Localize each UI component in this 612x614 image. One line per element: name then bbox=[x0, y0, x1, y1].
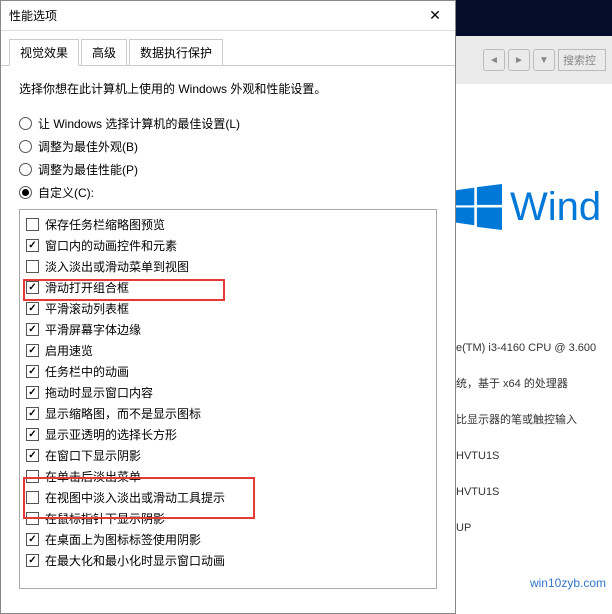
checkbox-label: 在视图中淡入淡出或滑动工具提示 bbox=[45, 489, 225, 506]
tab-0[interactable]: 视觉效果 bbox=[9, 39, 79, 66]
check-option-11[interactable]: 在窗口下显示阴影 bbox=[26, 445, 430, 466]
checkbox-icon bbox=[26, 218, 39, 231]
radio-label: 自定义(C): bbox=[38, 184, 94, 201]
radio-option-2[interactable]: 调整为最佳性能(P) bbox=[19, 161, 437, 178]
nav-back-icon[interactable]: ◄ bbox=[483, 49, 505, 71]
checkbox-icon bbox=[26, 260, 39, 273]
check-option-13[interactable]: 在视图中淡入淡出或滑动工具提示 bbox=[26, 487, 430, 508]
checkbox-icon bbox=[26, 323, 39, 336]
check-option-9[interactable]: 显示缩略图，而不是显示图标 bbox=[26, 403, 430, 424]
tab-2[interactable]: 数据执行保护 bbox=[129, 39, 223, 65]
checkbox-icon bbox=[26, 491, 39, 504]
radio-label: 让 Windows 选择计算机的最佳设置(L) bbox=[38, 115, 240, 132]
checkbox-label: 平滑屏幕字体边缘 bbox=[45, 321, 141, 338]
checkbox-icon bbox=[26, 470, 39, 483]
windows-logo-icon bbox=[456, 184, 502, 230]
checkbox-icon bbox=[26, 386, 39, 399]
checkbox-label: 在鼠标指针下显示阴影 bbox=[45, 510, 165, 527]
checkbox-icon bbox=[26, 365, 39, 378]
tab-1[interactable]: 高级 bbox=[81, 39, 127, 65]
nav-fwd-icon[interactable]: ► bbox=[508, 49, 530, 71]
visual-effects-list[interactable]: 保存任务栏缩略图预览窗口内的动画控件和元素淡入淡出或滑动菜单到视图滑动打开组合框… bbox=[19, 209, 437, 589]
check-option-8[interactable]: 拖动时显示窗口内容 bbox=[26, 382, 430, 403]
check-option-16[interactable]: 在最大化和最小化时显示窗口动画 bbox=[26, 550, 430, 571]
radio-group: 让 Windows 选择计算机的最佳设置(L) 调整为最佳外观(B) 调整为最佳性能… bbox=[19, 115, 437, 201]
check-option-12[interactable]: 在单击后淡出菜单 bbox=[26, 466, 430, 487]
checkbox-label: 在桌面上为图标标签使用阴影 bbox=[45, 531, 201, 548]
radio-option-0[interactable]: 让 Windows 选择计算机的最佳设置(L) bbox=[19, 115, 437, 132]
close-icon[interactable]: ✕ bbox=[415, 1, 455, 31]
check-option-10[interactable]: 显示亚透明的选择长方形 bbox=[26, 424, 430, 445]
radio-icon bbox=[19, 163, 32, 176]
tab-bar: 视觉效果高级数据执行保护 bbox=[1, 31, 455, 66]
check-option-15[interactable]: 在桌面上为图标标签使用阴影 bbox=[26, 529, 430, 550]
check-option-6[interactable]: 启用速览 bbox=[26, 340, 430, 361]
checkbox-icon bbox=[26, 281, 39, 294]
site-link[interactable]: win10zyb.com bbox=[456, 576, 612, 590]
performance-options-window: 性能选项 ✕ 视觉效果高级数据执行保护 选择你想在此计算机上使用的 Window… bbox=[0, 0, 456, 614]
check-option-4[interactable]: 平滑滚动列表框 bbox=[26, 298, 430, 319]
radio-label: 调整为最佳外观(B) bbox=[38, 138, 138, 155]
checkbox-label: 拖动时显示窗口内容 bbox=[45, 384, 153, 401]
checkbox-label: 显示缩略图，而不是显示图标 bbox=[45, 405, 201, 422]
checkbox-icon bbox=[26, 302, 39, 315]
checkbox-icon bbox=[26, 428, 39, 441]
check-option-1[interactable]: 窗口内的动画控件和元素 bbox=[26, 235, 430, 256]
check-option-3[interactable]: 滑动打开组合框 bbox=[26, 277, 430, 298]
check-option-7[interactable]: 任务栏中的动画 bbox=[26, 361, 430, 382]
checkbox-label: 在单击后淡出菜单 bbox=[45, 468, 141, 485]
radio-label: 调整为最佳性能(P) bbox=[38, 161, 138, 178]
nav-down-icon[interactable]: ▼ bbox=[533, 49, 555, 71]
checkbox-icon bbox=[26, 554, 39, 567]
check-option-0[interactable]: 保存任务栏缩略图预览 bbox=[26, 214, 430, 235]
checkbox-icon bbox=[26, 512, 39, 525]
check-option-14[interactable]: 在鼠标指针下显示阴影 bbox=[26, 508, 430, 529]
checkbox-icon bbox=[26, 449, 39, 462]
checkbox-label: 在窗口下显示阴影 bbox=[45, 447, 141, 464]
checkbox-label: 淡入淡出或滑动菜单到视图 bbox=[45, 258, 189, 275]
radio-icon bbox=[19, 117, 32, 130]
radio-icon bbox=[19, 186, 32, 199]
checkbox-label: 滑动打开组合框 bbox=[45, 279, 129, 296]
checkbox-label: 显示亚透明的选择长方形 bbox=[45, 426, 177, 443]
system-info: e(TM) i3-4160 CPU @ 3.600 统，基于 x64 的处理器 … bbox=[456, 330, 612, 546]
search-input[interactable]: 搜索控 bbox=[558, 49, 606, 71]
radio-option-1[interactable]: 调整为最佳外观(B) bbox=[19, 138, 437, 155]
checkbox-label: 平滑滚动列表框 bbox=[45, 300, 129, 317]
checkbox-icon bbox=[26, 533, 39, 546]
intro-text: 选择你想在此计算机上使用的 Windows 外观和性能设置。 bbox=[19, 80, 437, 97]
check-option-2[interactable]: 淡入淡出或滑动菜单到视图 bbox=[26, 256, 430, 277]
checkbox-icon bbox=[26, 407, 39, 420]
checkbox-icon bbox=[26, 239, 39, 252]
checkbox-label: 保存任务栏缩略图预览 bbox=[45, 216, 165, 233]
checkbox-label: 启用速览 bbox=[45, 342, 93, 359]
checkbox-icon bbox=[26, 344, 39, 357]
window-title: 性能选项 bbox=[9, 7, 57, 24]
radio-icon bbox=[19, 140, 32, 153]
checkbox-label: 在最大化和最小化时显示窗口动画 bbox=[45, 552, 225, 569]
check-option-5[interactable]: 平滑屏幕字体边缘 bbox=[26, 319, 430, 340]
radio-option-3[interactable]: 自定义(C): bbox=[19, 184, 437, 201]
windows-wordmark: Wind bbox=[510, 185, 601, 230]
checkbox-label: 任务栏中的动画 bbox=[45, 363, 129, 380]
checkbox-label: 窗口内的动画控件和元素 bbox=[45, 237, 177, 254]
